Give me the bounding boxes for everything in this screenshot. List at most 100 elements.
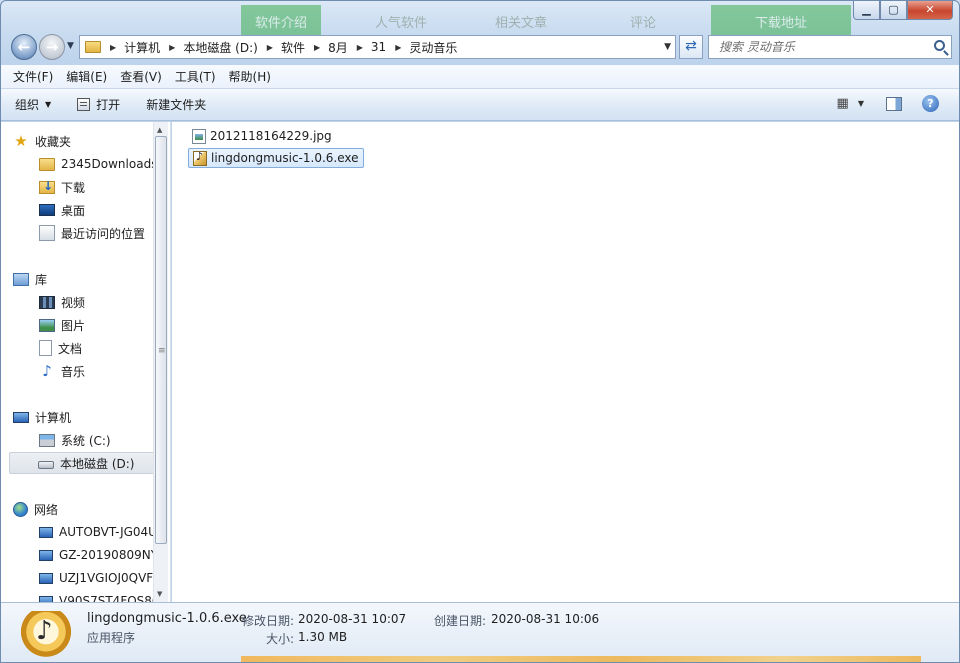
nav-scrollbar[interactable]: ▲ ≡ ▼: [153, 122, 168, 602]
menu-help[interactable]: 帮助(H): [229, 68, 271, 85]
arrow-left-icon: ←: [17, 38, 31, 56]
navigation-pane: ★ 收藏夹 2345Downloads 下载 桌面 最近访问的位置 库 视频: [1, 122, 171, 602]
chevron-right-icon[interactable]: ▶: [357, 43, 363, 52]
nav-item-videos[interactable]: 视频: [39, 291, 155, 313]
open-button[interactable]: 打开: [77, 96, 120, 113]
background-tab: 下载地址: [711, 5, 851, 35]
chevron-right-icon[interactable]: ▶: [169, 43, 175, 52]
explorer-window: 软件介绍 人气软件 相关文章 评论 下载地址 ▁ ▢ ✕ ← → ▼ ▶ 计算机…: [0, 0, 960, 663]
arrow-right-icon: →: [45, 38, 59, 56]
nav-item-pictures[interactable]: 图片: [39, 314, 155, 336]
minimize-button[interactable]: ▁: [853, 1, 880, 20]
network-computer-icon: [39, 572, 53, 584]
nav-item-documents[interactable]: 文档: [39, 337, 155, 359]
background-tab: 相关文章: [495, 16, 548, 31]
video-library-icon: [39, 295, 55, 309]
nav-item-network-pc[interactable]: V90S7ST4FOS8C: [39, 590, 160, 602]
music-library-icon: ♪: [42, 362, 52, 380]
chevron-right-icon[interactable]: ▶: [395, 43, 401, 52]
address-bar[interactable]: ▶ 计算机 ▶ 本地磁盘 (D:) ▶ 软件 ▶ 8月 ▶ 31 ▶ 灵动音乐 …: [79, 35, 676, 59]
nav-item-desktop[interactable]: 桌面: [39, 199, 155, 221]
breadcrumb-item[interactable]: 8月: [328, 39, 348, 56]
forward-button[interactable]: →: [39, 34, 65, 60]
menu-view[interactable]: 查看(V): [120, 68, 162, 85]
documents-library-icon: [39, 340, 52, 356]
scroll-up-icon[interactable]: ▲: [157, 126, 162, 134]
nav-item-downloads[interactable]: 下载: [39, 176, 155, 198]
nav-item-network-pc[interactable]: UZJ1VGIOJ0QVF: [39, 567, 155, 589]
caption-buttons: ▁ ▢ ✕: [853, 1, 953, 20]
menu-edit[interactable]: 编辑(E): [66, 68, 107, 85]
help-icon[interactable]: ?: [922, 95, 939, 112]
command-bar: 组织 ▼ 打开 新建文件夹 ▦ ▼ ?: [1, 89, 959, 121]
back-button[interactable]: ←: [11, 34, 37, 60]
preview-pane-icon[interactable]: [886, 96, 902, 111]
recent-places-icon: [39, 225, 55, 241]
image-file-icon: [192, 128, 206, 144]
nav-computer[interactable]: 计算机: [13, 406, 155, 428]
breadcrumb-item[interactable]: 软件: [281, 39, 305, 56]
nav-libraries[interactable]: 库: [13, 268, 155, 290]
modified-label: 修改日期:: [242, 614, 295, 628]
scroll-down-icon[interactable]: ▼: [157, 590, 162, 598]
menu-file[interactable]: 文件(F): [13, 68, 53, 85]
views-dropdown[interactable]: ▼: [858, 99, 864, 108]
chevron-right-icon[interactable]: ▶: [314, 43, 320, 52]
nav-item-drive-c[interactable]: 系统 (C:): [39, 429, 155, 451]
modified-value: 2020-08-31 10:07: [298, 612, 407, 626]
network-computer-icon: [39, 549, 53, 561]
recent-pages-dropdown[interactable]: ▼: [67, 41, 74, 51]
nav-label: 本地磁盘 (D:): [60, 456, 135, 471]
organize-button[interactable]: 组织 ▼: [15, 96, 51, 113]
file-name: 2012118164229.jpg: [210, 129, 332, 143]
close-button[interactable]: ✕: [907, 1, 953, 20]
nav-item-network-pc[interactable]: AUTOBVT-JG04U: [39, 521, 157, 543]
search-icon[interactable]: [934, 40, 945, 51]
view-controls: ▦ ▼ ?: [837, 95, 939, 112]
refresh-button[interactable]: ⇄: [679, 35, 703, 59]
scrollbar-thumb[interactable]: ≡: [155, 136, 167, 544]
network-computer-icon: [39, 526, 53, 538]
nav-item-recent-places[interactable]: 最近访问的位置: [39, 222, 155, 244]
nav-network[interactable]: 网络: [13, 498, 155, 520]
background-tab: 人气软件: [375, 16, 428, 31]
refresh-icon: ⇄: [685, 38, 697, 54]
folder-icon: [39, 157, 55, 171]
search-input[interactable]: [709, 36, 919, 58]
app-large-icon: [21, 611, 71, 657]
nav-label: 计算机: [35, 410, 72, 425]
maximize-button[interactable]: ▢: [880, 1, 907, 20]
file-item-exe[interactable]: lingdongmusic-1.0.6.exe: [188, 148, 364, 168]
file-item-jpg[interactable]: 2012118164229.jpg: [188, 126, 336, 146]
nav-item-2345downloads[interactable]: 2345Downloads: [39, 153, 157, 175]
breadcrumb-item[interactable]: 计算机: [124, 39, 160, 56]
nav-label: 系统 (C:): [61, 433, 111, 448]
breadcrumb-item[interactable]: 本地磁盘 (D:): [183, 39, 257, 56]
chevron-right-icon[interactable]: ▶: [267, 43, 273, 52]
nav-label: V90S7ST4FOS8C: [59, 594, 161, 602]
nav-label: 最近访问的位置: [61, 226, 146, 241]
search-box[interactable]: [708, 35, 952, 59]
organize-label: 组织: [15, 98, 40, 112]
background-page-strip: [241, 656, 921, 662]
breadcrumb-item[interactable]: 31: [371, 40, 386, 54]
breadcrumb-item[interactable]: 灵动音乐: [409, 39, 457, 56]
new-folder-button[interactable]: 新建文件夹: [146, 96, 206, 113]
chevron-right-icon[interactable]: ▶: [110, 43, 116, 52]
breadcrumb: ▶ 计算机 ▶ 本地磁盘 (D:) ▶ 软件 ▶ 8月 ▶ 31 ▶ 灵动音乐: [101, 39, 457, 56]
nav-item-music[interactable]: ♪ 音乐: [39, 360, 155, 382]
downloads-folder-icon: [39, 179, 55, 194]
created-value: 2020-08-31 10:06: [491, 612, 600, 626]
system-drive-icon: [39, 433, 55, 447]
views-icon[interactable]: ▦: [837, 96, 849, 111]
address-history-dropdown[interactable]: ▼: [664, 42, 671, 52]
nav-label: UZJ1VGIOJ0QVF: [59, 571, 154, 585]
menu-tools[interactable]: 工具(T): [175, 68, 216, 85]
size-value: 1.30 MB: [298, 630, 348, 644]
grip-icon: ≡: [158, 346, 166, 356]
nav-favorites[interactable]: ★ 收藏夹: [13, 130, 155, 152]
nav-label: 视频: [61, 295, 86, 310]
nav-item-network-pc[interactable]: GZ-20190809NY: [39, 544, 158, 566]
nav-label: 桌面: [61, 203, 86, 218]
nav-item-drive-d[interactable]: 本地磁盘 (D:): [9, 452, 155, 474]
